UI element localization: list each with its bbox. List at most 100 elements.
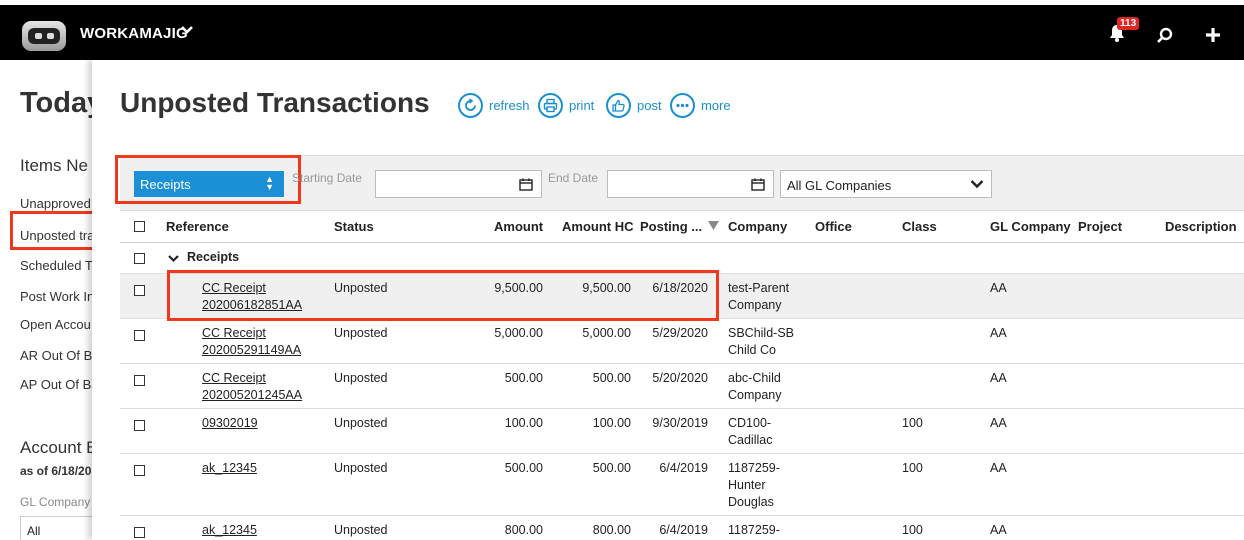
col-amount-hc[interactable]: Amount HC [562,219,634,234]
gl-companies-select[interactable]: All GL Companies [780,170,992,198]
reference-link[interactable]: 09302019 [202,415,258,432]
calendar-icon[interactable] [751,178,765,191]
col-status[interactable]: Status [334,219,374,234]
col-description[interactable]: Description [1165,219,1237,234]
company-cell: CD100- Cadillac [728,416,773,447]
highlight-selected-row [167,270,719,321]
amount-cell: 5,000.00 [494,326,543,340]
gl-company-select[interactable]: All [20,516,92,540]
refresh-label: refresh [489,98,530,113]
posting-date-cell: 6/4/2019 [659,523,708,537]
chevron-down-icon[interactable] [168,254,179,263]
starting-date-label: Starting Date [292,171,363,185]
class-cell: 100 [902,461,923,475]
col-company[interactable]: Company [728,219,787,234]
amount-hc-cell: 100.00 [592,416,631,430]
col-posting[interactable]: Posting ... [640,219,702,234]
search-icon[interactable] [1156,27,1174,45]
table-row[interactable]: CC Receipt 202005291149AA Unposted 5,000.… [120,319,1244,364]
amount-cell: 500.00 [504,461,543,475]
status-cell: Unposted [334,461,388,475]
robot-logo-icon[interactable] [22,21,66,51]
gl-company-cell: AA [990,461,1007,475]
select-all-checkbox[interactable] [134,221,145,232]
print-button[interactable]: print [538,93,594,118]
post-label: post [637,98,662,113]
status-cell: Unposted [334,523,388,537]
today-link-scheduled[interactable]: Scheduled T [20,258,92,273]
row-checkbox[interactable] [134,330,145,341]
col-reference[interactable]: Reference [166,219,229,234]
highlight-type-select [115,155,301,204]
gl-company-label: GL Company [20,495,91,509]
company-cell: test-Parent Company [728,281,790,312]
post-button[interactable]: post [606,93,662,118]
col-gl-company[interactable]: GL Company [990,219,1071,234]
chevron-down-icon[interactable] [180,23,194,37]
table-row[interactable]: CC Receipt 202005201245AA Unposted 500.00… [120,364,1244,409]
group-label: Receipts [187,250,240,264]
table-row[interactable]: 09302019 Unposted 100.00 100.00 9/30/201… [120,409,1244,454]
table-row[interactable]: ak_12345 Unposted 800.00 800.00 6/4/2019… [120,516,1244,540]
amount-hc-cell: 500.00 [592,371,631,385]
company-cell: SBChild-SB Child Co [728,326,794,357]
col-office[interactable]: Office [815,219,852,234]
class-cell: 100 [902,416,923,430]
reference-link[interactable]: ak_12345 [202,522,257,539]
today-link-ar[interactable]: AR Out Of Ba [20,348,92,363]
table-row[interactable]: ak_12345 Unposted 500.00 500.00 6/4/2019… [120,454,1244,516]
table-header: Reference Status Amount Amount HC Postin… [120,211,1244,243]
print-icon [538,93,563,118]
today-link-ap[interactable]: AP Out Of Ba [20,377,92,392]
refresh-button[interactable]: refresh [458,93,529,118]
today-link-open-accounts[interactable]: Open Accou [20,317,91,332]
status-cell: Unposted [334,326,388,340]
unposted-transactions-panel: Unposted Transactions refresh print post… [92,60,1244,540]
items-section-title: Items Ne [20,156,89,175]
col-class[interactable]: Class [902,219,937,234]
brand-name[interactable]: WORKAMAJIG [80,25,188,42]
starting-date-input[interactable] [375,170,542,198]
calendar-icon[interactable] [519,178,533,191]
more-button[interactable]: more [670,93,731,118]
col-project[interactable]: Project [1078,219,1122,234]
gl-company-cell: AA [990,326,1007,340]
amount-hc-cell: 500.00 [592,461,631,475]
notification-badge: 113 [1117,17,1140,30]
gl-company-cell: AA [990,523,1007,537]
end-date-input[interactable] [607,170,774,198]
company-cell: 1187259- Hunter Douglas [728,461,780,509]
gl-companies-value: All GL Companies [787,178,892,193]
today-title: Today [20,87,92,119]
row-checkbox[interactable] [134,420,145,431]
refresh-icon [458,93,483,118]
posting-date-cell: 9/30/2019 [652,416,708,430]
add-icon[interactable] [1205,27,1221,43]
posting-date-cell: 6/4/2019 [659,461,708,475]
reference-link[interactable]: ak_12345 [202,460,257,477]
amount-cell: 100.00 [504,416,543,430]
gl-company-cell: AA [990,281,1007,295]
amount-cell: 500.00 [504,371,543,385]
amount-hc-cell: 800.00 [592,523,631,537]
group-checkbox[interactable] [134,253,145,264]
status-cell: Unposted [334,371,388,385]
row-checkbox[interactable] [134,465,145,476]
more-icon [670,93,695,118]
gl-company-cell: AA [990,416,1007,430]
company-cell: 1187259- [728,523,780,537]
page-title: Unposted Transactions [120,87,430,118]
posting-date-cell: 5/20/2020 [652,371,708,385]
as-of-date: as of 6/18/20 [20,464,92,478]
today-link-unapproved[interactable]: Unapproved [20,196,91,211]
row-checkbox[interactable] [134,375,145,386]
amount-cell: 800.00 [504,523,543,537]
row-checkbox[interactable] [134,285,145,296]
more-label: more [701,98,731,113]
today-link-post-work[interactable]: Post Work In [20,289,92,304]
reference-link[interactable]: CC Receipt 202005201245AA [202,370,302,404]
reference-link[interactable]: CC Receipt 202005291149AA [202,325,301,359]
col-amount[interactable]: Amount [494,219,543,234]
sort-desc-icon[interactable] [708,221,719,230]
row-checkbox[interactable] [134,527,145,538]
